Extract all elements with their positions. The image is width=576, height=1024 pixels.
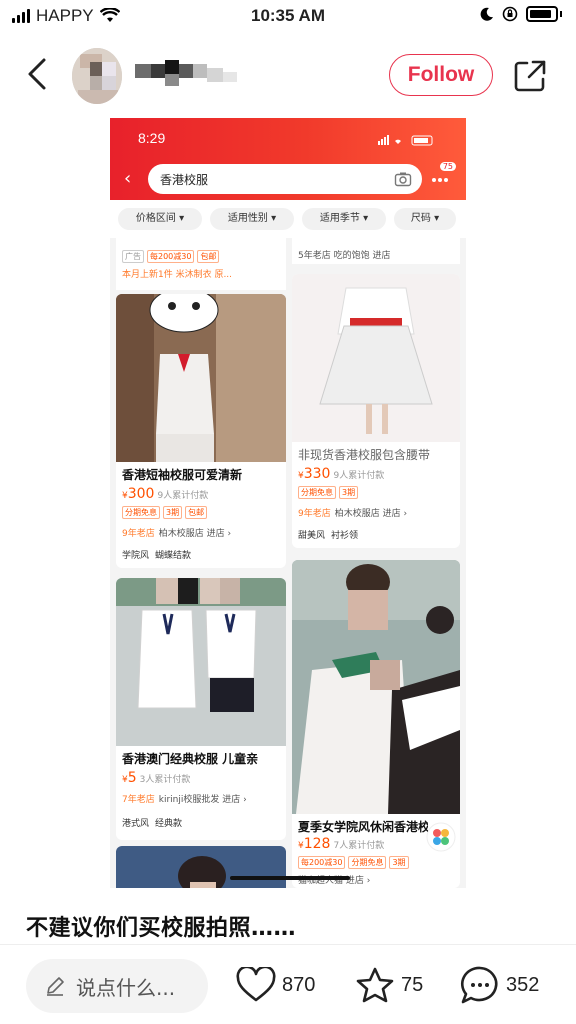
battery-cap — [560, 11, 562, 17]
comment-bubble-icon — [461, 966, 498, 1004]
product-keywords: 学院风 蝴蝶结款 — [122, 551, 192, 561]
filter-chip: 价格区间 ▾ — [118, 208, 202, 230]
comment-input[interactable]: 说点什么... — [26, 959, 208, 1013]
filter-chip: 适用性别 ▾ — [210, 208, 294, 230]
product-shop: 9年老店 柏木校服店 进店 › — [298, 509, 408, 519]
comment-button[interactable]: 352 — [460, 963, 539, 1007]
product-image — [116, 294, 286, 462]
product-tags: 分期免息 3期 包邮 — [122, 506, 208, 519]
product-card-partial — [116, 846, 286, 888]
post-header: Follow — [0, 40, 576, 114]
status-bar: HAPPY 10:35 AM — [0, 0, 576, 34]
product-shop: 9年老店 柏木校服店 进店 › — [122, 529, 232, 539]
product-shop: 7年老店 kirinji校服批发 进店 › — [122, 795, 247, 805]
post-image[interactable]: 8:29 ‹ 香港校服 75 价格区间 ▾ 适用性别 ▾ 适用季节 ▾ 尺码 ▾… — [110, 118, 466, 888]
product-tags: 每200减30 分期免息 3期 — [298, 856, 409, 869]
product-image — [116, 578, 286, 746]
product-image — [292, 560, 460, 814]
product-image — [292, 274, 460, 442]
partial-tags: 广告 每200减30 包邮 — [122, 250, 220, 263]
product-title: 非现货香港校服包含腰带 — [298, 448, 431, 462]
post-title: 不建议你们买校服拍照…… — [26, 916, 297, 941]
moon-icon — [480, 7, 493, 21]
product-price: ¥330 9人累计付款 — [298, 466, 385, 482]
filter-chip: 尺码 ▾ — [394, 208, 456, 230]
partial-card-right: 5年老店 吃的饱饱 进店 — [292, 234, 460, 264]
embedded-filter-bar: 价格区间 ▾ 适用性别 ▾ 适用季节 ▾ 尺码 ▾ — [110, 200, 466, 238]
partial-shop: 5年老店 吃的饱饱 进店 — [298, 251, 391, 261]
status-right — [480, 6, 562, 22]
camera-icon — [394, 172, 412, 187]
collect-button[interactable]: 75 — [355, 963, 423, 1007]
username-pixelated[interactable] — [135, 60, 245, 90]
partial-card-left: 广告 每200减30 包邮 本月上新1件 米沐制衣 原... — [116, 234, 286, 290]
battery-icon — [526, 6, 558, 22]
home-indicator — [230, 876, 350, 880]
avatar[interactable] — [72, 48, 122, 104]
like-button[interactable]: 870 — [236, 963, 315, 1007]
heart-icon — [236, 967, 276, 1002]
product-title: 香港短袖校服可爱清新 — [122, 468, 243, 482]
embedded-status-icons — [378, 135, 433, 146]
like-count: 870 — [282, 973, 316, 996]
follow-button[interactable]: Follow — [389, 54, 493, 96]
collect-count: 75 — [401, 973, 424, 996]
product-keywords: 甜美风 衬衫领 — [298, 531, 359, 541]
product-card: 香港短袖校服可爱清新 ¥300 9人累计付款 分期免息 3期 包邮 9年老店 柏木校… — [116, 294, 286, 568]
product-tags: 分期免息 3期 — [298, 486, 359, 499]
flower-logo-icon — [426, 822, 456, 852]
embedded-time: 8:29 — [138, 130, 166, 146]
product-price: ¥128 7人累计付款 — [298, 836, 385, 852]
product-price: ¥5 3人累计付款 — [122, 770, 191, 786]
star-icon — [356, 967, 394, 1003]
product-title: 夏季女学院风休闲香港校 — [298, 820, 428, 834]
orientation-lock-icon — [502, 6, 518, 22]
embedded-back-icon: ‹ — [124, 168, 132, 189]
pencil-icon — [47, 977, 64, 996]
embedded-header: 8:29 ‹ 香港校服 75 — [110, 118, 466, 200]
product-title: 香港澳门经典校服 儿童亲 — [122, 752, 259, 766]
product-image — [116, 846, 286, 888]
filter-chip: 适用季节 ▾ — [302, 208, 386, 230]
product-card: 香港澳门经典校服 儿童亲 ¥5 3人累计付款 7年老店 kirinji校服批发 进店… — [116, 578, 286, 840]
share-icon[interactable] — [512, 58, 548, 94]
embedded-search-text: 香港校服 — [160, 173, 209, 187]
comment-count: 352 — [506, 973, 540, 996]
product-card: 夏季女学院风休闲香港校 ¥128 7人累计付款 每200减30 分期免息 3期 猫… — [292, 560, 460, 888]
comment-placeholder: 说点什么... — [76, 976, 176, 1000]
product-card: 非现货香港校服包含腰带 ¥330 9人累计付款 分期免息 3期 9年老店 柏木校服店… — [292, 274, 460, 548]
back-arrow-icon[interactable] — [20, 56, 56, 92]
more-dots-icon — [432, 178, 448, 182]
bottom-action-bar: 说点什么... 870 75 352 — [0, 944, 576, 1024]
embedded-search-bar: 香港校服 — [148, 164, 422, 194]
product-price: ¥300 9人累计付款 — [122, 486, 209, 502]
product-keywords: 港式风 经典款 — [122, 819, 183, 829]
partial-note: 本月上新1件 米沐制衣 原... — [122, 270, 233, 280]
